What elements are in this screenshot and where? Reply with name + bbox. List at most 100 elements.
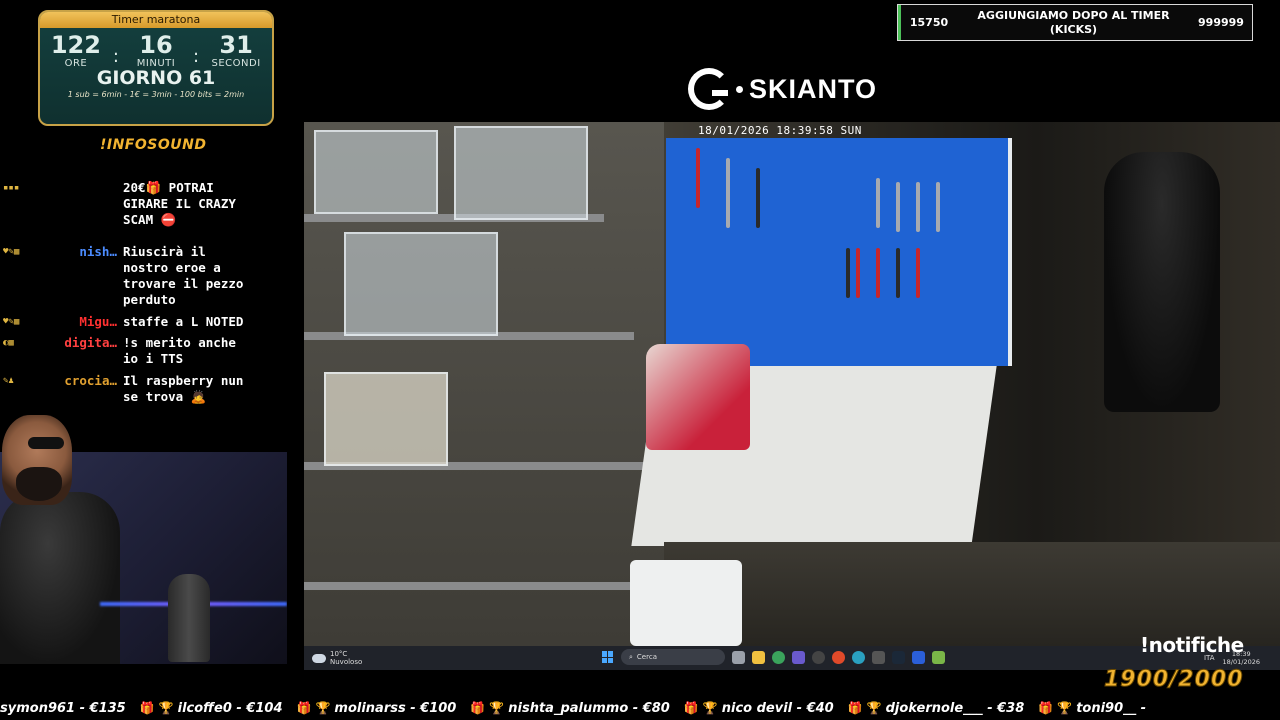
shelf-unit (304, 122, 664, 646)
webcam-person (0, 492, 120, 664)
screwdriver-tool (896, 248, 900, 298)
wrench-tool (916, 182, 920, 232)
discord-icon[interactable] (792, 650, 805, 664)
timer-minutes: 16 MINUTI (125, 32, 187, 69)
obs-icon[interactable] (812, 650, 825, 664)
logo-dot (736, 85, 743, 93)
ticker-item: 🎁 🏆 toni90__ - (1038, 701, 1146, 716)
file-explorer-icon[interactable] (752, 650, 765, 664)
ticker-donor: ilcoffe0 - €104 (177, 700, 283, 716)
windows-start-icon[interactable] (602, 651, 614, 663)
ticker-item: 🎁 🏆 djokernole___ - €38 (848, 701, 1025, 716)
steam-icon[interactable] (892, 650, 905, 664)
banner-target: 999999 (1198, 16, 1244, 29)
timer-rules: 1 sub = 6min - 1€ = 3min - 100 bits = 2m… (67, 90, 245, 99)
ticker-donor: nishta_palummo - €80 (508, 700, 670, 716)
gift-icon: 🎁 (296, 701, 312, 715)
weather-widget[interactable]: 10°C Nuvoloso (312, 650, 362, 666)
gift-icon: 🎁 (847, 701, 863, 715)
hammer-tool (696, 148, 700, 208)
timer-seconds: 31 SECONDI (205, 32, 267, 69)
tool (756, 168, 760, 228)
screwdriver-tool (856, 248, 860, 298)
timer-minutes-value: 16 (139, 31, 173, 59)
chat-badges: ♥✎▦ (3, 247, 20, 257)
streamer-avatar (2, 415, 72, 505)
cloud-icon (312, 653, 326, 663)
chat-message-text: !s merito anche io i TTS (123, 335, 236, 366)
chat-message-text: staffe a L NOTED (123, 314, 244, 329)
timer-day: GIORNO 61 (96, 67, 216, 89)
app-icon[interactable] (872, 650, 885, 664)
chat-username: nish… (79, 244, 117, 259)
timer-colon: : (193, 46, 200, 67)
cardboard-box (324, 372, 448, 466)
chat-username: Migu… (79, 314, 117, 329)
pegboard (666, 138, 1012, 366)
timer-title: Timer maratona (40, 12, 272, 28)
shelf (304, 582, 664, 590)
gift-icon: 🎁 (470, 701, 486, 715)
avatar-glasses (28, 437, 64, 449)
taskbar-date: 18/01/2026 (1222, 658, 1260, 666)
app-r-icon[interactable] (912, 650, 925, 664)
timer-colon: : (112, 46, 119, 67)
screwdriver-tool (916, 248, 920, 298)
logo-g-icon (688, 68, 730, 110)
timer-seconds-label: SECONDI (211, 58, 261, 69)
ticker-donor: toni90__ - (1076, 700, 1147, 716)
taskbar-center: ⌕ Cerca (602, 649, 945, 665)
edge-icon[interactable] (852, 650, 865, 664)
marathon-timer: Timer maratona 122 ORE : 16 MINUTI : 31 … (38, 10, 274, 126)
chat-message-text: Riuscirà il nostro eroe a trovare il pez… (123, 244, 244, 307)
chat-message: ▪▪▪ 20€🎁 POTRAI GIRARE IL CRAZY SCAM ⛔ (0, 180, 299, 228)
chrome-icon[interactable] (772, 650, 785, 664)
gift-icon: 🎁 (1038, 701, 1054, 715)
weather-condition: Nuvoloso (330, 658, 363, 666)
banner-text: AGGIUNGIAMO DOPO AL TIMER (KICKS) (977, 8, 1170, 36)
chat-message: ✎♟ crocia… Il raspberry nun se trova 🙇 (0, 373, 299, 405)
ticker-item: 🎁 🏆 nishta_palummo - €80 (470, 701, 670, 716)
chat-username: crocia… (64, 373, 117, 388)
ticker-item: 🎁 🏆 nico devil - €40 (684, 701, 834, 716)
chat-badges: ▪▪▪ (3, 183, 20, 193)
pliers-tool (726, 158, 730, 228)
banner-current: 15750 (898, 5, 957, 40)
ticker-item: 🎁 🏆 molinarss - €100 (297, 701, 457, 716)
storage-bin (314, 130, 438, 214)
camera-timestamp: 18/01/2026 18:39:58 SUN (698, 124, 862, 137)
ticker-donor: symon961 - €135 (0, 700, 126, 716)
ticker-donor: molinarss - €100 (334, 700, 457, 716)
gift-icon: 🎁 (139, 701, 155, 715)
donation-ticker: symon961 - €135 🎁 🏆 ilcoffe0 - €104 🎁 🏆 molina… (0, 696, 1280, 720)
chat-badges: ✎♟ (3, 376, 14, 386)
search-label: Cerca (636, 653, 657, 661)
timer-seconds-value: 31 (219, 31, 253, 59)
ticker-item: 🎁 🏆 ilcoffe0 - €104 (140, 701, 283, 716)
ticker-donor: nico devil - €40 (721, 700, 834, 716)
chat-badges: ♥✎▦ (3, 317, 20, 327)
screwdriver-tool (846, 248, 850, 298)
timer-digits: 122 ORE : 16 MINUTI : 31 SECONDI (40, 32, 272, 69)
avatar-beard (16, 467, 62, 501)
floor (664, 542, 1280, 646)
logo-text: SKIANTO (749, 73, 878, 104)
ticker-donor: djokernole___ - €38 (885, 700, 1025, 716)
chat-username: digita… (64, 335, 117, 350)
chat-badges: ◐▦ (3, 338, 14, 348)
taskbar-search[interactable]: ⌕ Cerca (621, 649, 725, 665)
task-view-icon[interactable] (732, 650, 745, 664)
timer-hours: 122 ORE (45, 32, 107, 69)
trophy-icon: 🏆 (315, 701, 331, 715)
red-bag (646, 344, 750, 450)
gift-icon: 🎁 (683, 701, 699, 715)
chat-message: ◐▦ digita… !s merito anche io i TTS (0, 335, 299, 367)
storage-bin (454, 126, 588, 220)
firefox-icon[interactable] (832, 650, 845, 664)
app-icon[interactable] (932, 650, 945, 664)
chat-message-text: 20€🎁 POTRAI GIRARE IL CRAZY SCAM ⛔ (123, 180, 236, 227)
person-in-garage (1104, 152, 1220, 412)
weather-temperature: 10°C (330, 650, 348, 658)
sub-goal-counter: 1900/2000 (1104, 667, 1244, 693)
trophy-icon: 🏆 (158, 701, 174, 715)
